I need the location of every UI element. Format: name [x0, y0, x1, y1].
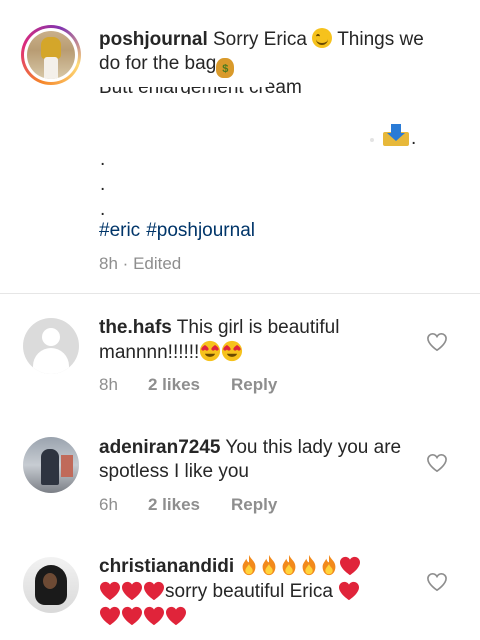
post-caption: poshjournal Sorry Erica Things we do for… — [0, 0, 480, 293]
heart-outline-icon[interactable] — [426, 332, 448, 352]
reply-button[interactable]: Reply — [231, 495, 277, 515]
avatar-photo-figure-top — [41, 37, 61, 59]
caption-dot: . — [100, 199, 106, 220]
caption-author-avatar[interactable] — [21, 25, 81, 85]
red-heart-emoji-icon — [121, 581, 143, 601]
reply-button[interactable]: Reply — [231, 375, 277, 395]
smiling-face-emoji-icon — [312, 28, 333, 48]
fire-emoji-icon — [319, 554, 339, 576]
fire-emoji-icon — [259, 554, 279, 576]
red-heart-emoji-icon — [121, 606, 143, 626]
comment-username[interactable]: the.hafs — [99, 317, 172, 338]
comment-text: christianandidi sorry beautiful Erica — [99, 554, 409, 629]
avatar-photo-face — [43, 573, 57, 589]
caption-dot: . — [100, 174, 106, 195]
caption-trailing-dot: . — [411, 128, 417, 149]
inbox-tray-emoji-icon — [383, 124, 409, 146]
red-heart-emoji-icon — [338, 581, 360, 601]
comment-avatar[interactable] — [23, 437, 79, 493]
comment-body: sorry beautiful Erica — [165, 581, 333, 602]
heart-outline-icon[interactable] — [426, 453, 448, 473]
avatar-photo-building — [61, 455, 73, 477]
comment-item: christianandidi sorry beautiful Erica — [0, 546, 480, 640]
fire-emoji-icon — [239, 554, 259, 576]
red-heart-emoji-icon — [99, 581, 121, 601]
heart-outline-icon[interactable] — [426, 572, 448, 592]
comment-time[interactable]: 8h — [99, 375, 118, 395]
heart-eyes-emoji-icon — [221, 340, 243, 362]
red-heart-emoji-icon — [339, 556, 361, 576]
red-heart-emoji-icon — [143, 606, 165, 626]
red-heart-emoji-icon — [165, 606, 187, 626]
hashtag-link[interactable]: #eric — [99, 220, 140, 241]
caption-hashtags: #eric #poshjournal — [99, 219, 261, 243]
inbox-tray-arrow-head — [387, 133, 405, 141]
comment-likes[interactable]: 2 likes — [148, 495, 200, 515]
avatar-photo-figure — [41, 449, 59, 485]
caption-text-part-1: Sorry Erica — [207, 29, 313, 50]
money-bag-emoji-icon: $ — [216, 58, 235, 78]
comment-item: adeniran7245 You this lady you are spotl… — [0, 426, 480, 546]
avatar-photo-figure-legs — [44, 57, 58, 79]
default-avatar-head — [42, 328, 60, 346]
fire-emoji-icon — [279, 554, 299, 576]
comment-username[interactable]: adeniran7245 — [99, 437, 220, 458]
comment-time[interactable]: 6h — [99, 495, 118, 515]
comment-item: the.hafs This girl is beautiful mannnn!!… — [0, 306, 480, 426]
red-heart-emoji-icon — [99, 606, 121, 626]
default-avatar-body — [33, 348, 69, 374]
comment-text: adeniran7245 You this lady you are spotl… — [99, 436, 409, 484]
avatar-photo — [27, 31, 75, 79]
fire-emoji-icon — [299, 554, 319, 576]
red-heart-emoji-icon — [143, 581, 165, 601]
caption-meta: 8h · Edited — [99, 254, 181, 274]
avatar-inner-ring — [24, 28, 78, 82]
comment-avatar[interactable] — [23, 318, 79, 374]
caption-username[interactable]: poshjournal — [99, 29, 208, 50]
edited-label: Edited — [133, 254, 182, 273]
caption-divider — [0, 293, 480, 294]
clipped-line-mask — [99, 78, 269, 87]
comment-text: the.hafs This girl is beautiful mannnn!!… — [99, 316, 409, 365]
comment-avatar[interactable] — [23, 557, 79, 613]
caption-text: poshjournal Sorry Erica Things we do for… — [99, 28, 449, 78]
caption-dot: . — [100, 149, 106, 170]
meta-separator: · — [122, 254, 129, 273]
hashtag-link[interactable]: #poshjournal — [146, 220, 255, 241]
heart-eyes-emoji-icon — [199, 340, 221, 362]
comment-likes[interactable]: 2 likes — [148, 375, 200, 395]
caption-time[interactable]: 8h — [99, 254, 118, 273]
sparkle-decoration — [370, 138, 374, 142]
comment-username[interactable]: christianandidi — [99, 556, 234, 577]
